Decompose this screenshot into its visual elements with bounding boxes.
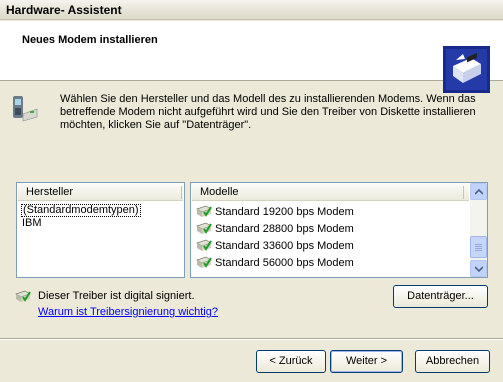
vertical-scrollbar[interactable] xyxy=(470,183,487,277)
scroll-down-button[interactable] xyxy=(470,260,487,277)
scroll-thumb[interactable] xyxy=(470,236,487,258)
modem-phone-icon xyxy=(13,96,38,122)
chevron-up-icon xyxy=(475,189,483,195)
title-bar: Hardware- Assistent xyxy=(0,0,503,20)
manufacturer-list[interactable]: Hersteller (Standardmodemtypen) IBM xyxy=(16,182,185,278)
back-button[interactable]: < Zurück xyxy=(256,350,326,373)
have-disk-button[interactable]: Datenträger... xyxy=(393,285,488,308)
model-label: Standard 33600 bps Modem xyxy=(215,239,354,252)
wizard-header: Neues Modem installieren xyxy=(0,21,503,93)
cancel-button[interactable]: Abbrechen xyxy=(415,350,490,373)
window-title: Hardware- Assistent xyxy=(6,3,122,17)
signed-driver-icon xyxy=(196,222,212,234)
list-item-33600[interactable]: Standard 33600 bps Modem xyxy=(196,237,354,254)
signature-status: Dieser Treiber ist digital signiert. xyxy=(38,290,195,302)
list-item-standardmodemtypen[interactable]: (Standardmodemtypen) xyxy=(21,204,141,217)
column-separator xyxy=(463,186,464,199)
model-label: Standard 19200 bps Modem xyxy=(215,205,354,218)
model-list[interactable]: Modelle Standard 19200 bps Modem Standar… xyxy=(190,182,488,278)
hardware-wizard-icon xyxy=(443,46,490,93)
manufacturer-column-header[interactable]: Hersteller xyxy=(18,184,183,201)
model-label: Standard 56000 bps Modem xyxy=(215,256,354,269)
manufacturer-column-label: Hersteller xyxy=(26,186,74,198)
page-title: Neues Modem installieren xyxy=(22,34,158,46)
chevron-down-icon xyxy=(475,266,483,272)
signed-driver-icon xyxy=(196,239,212,251)
model-column-header[interactable]: Modelle xyxy=(192,184,469,201)
signed-driver-icon xyxy=(15,290,31,302)
signed-driver-icon xyxy=(196,256,212,268)
signature-info-link[interactable]: Warum ist Treibersignierung wichtig? xyxy=(38,306,218,318)
model-label: Standard 28800 bps Modem xyxy=(215,222,354,235)
next-button[interactable]: Weiter > xyxy=(330,350,403,373)
model-column-label: Modelle xyxy=(200,186,239,198)
scroll-up-button[interactable] xyxy=(470,183,487,200)
list-item-28800[interactable]: Standard 28800 bps Modem xyxy=(196,220,354,237)
list-item-ibm[interactable]: IBM xyxy=(21,217,43,230)
list-item-56000[interactable]: Standard 56000 bps Modem xyxy=(196,254,354,271)
list-item-19200[interactable]: Standard 19200 bps Modem xyxy=(196,203,354,220)
intro-text: Wählen Sie den Hersteller und das Modell… xyxy=(60,93,476,131)
signed-driver-icon xyxy=(196,205,212,217)
column-separator xyxy=(181,186,182,199)
divider xyxy=(0,338,503,340)
